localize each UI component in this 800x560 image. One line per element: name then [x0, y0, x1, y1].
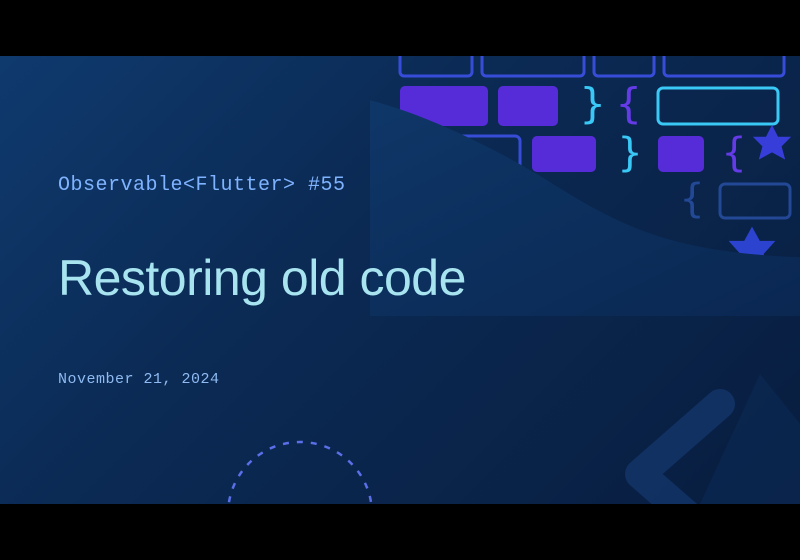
slide-title: Restoring old code: [58, 249, 658, 307]
svg-text:{: {: [680, 176, 704, 222]
svg-text:{: {: [616, 79, 641, 128]
svg-text:}: }: [618, 130, 642, 176]
svg-text:}: }: [580, 79, 605, 128]
title-slide: } { } { {: [0, 56, 800, 504]
video-frame: } { } { {: [0, 0, 800, 560]
series-subtitle: Observable<Flutter> #55: [58, 174, 658, 197]
slide-content: Observable<Flutter> #55 Restoring old co…: [58, 174, 658, 388]
slide-date: November 21, 2024: [58, 371, 658, 388]
svg-text:{: {: [722, 130, 746, 176]
